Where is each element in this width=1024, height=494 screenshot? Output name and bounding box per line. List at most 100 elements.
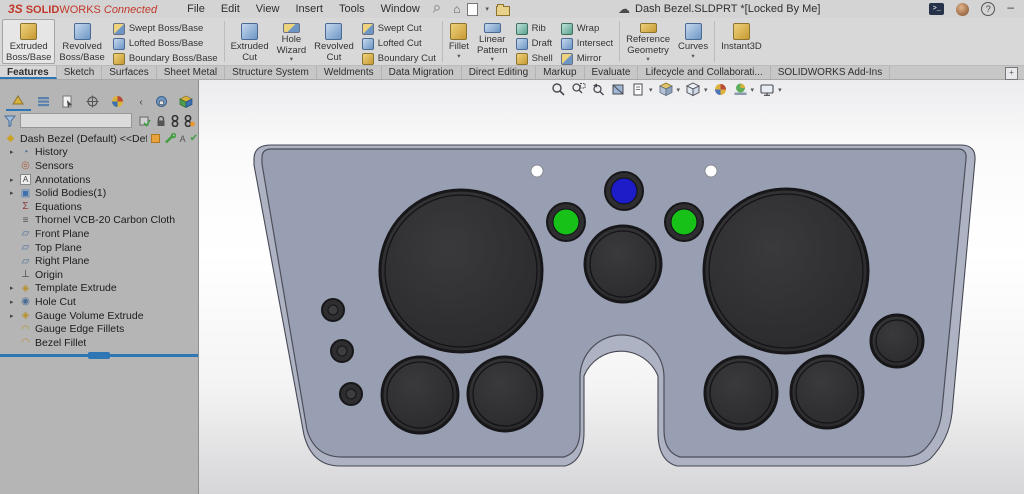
apply-scene-dropdown-icon[interactable]: ▾ (751, 86, 755, 94)
intersect-button[interactable]: Intersect (561, 37, 613, 50)
edit-appearance-icon[interactable] (713, 82, 728, 97)
tree-item-solid-bodies[interactable]: ▸ ▣ Solid Bodies(1) (0, 186, 198, 200)
gauge-med-left-2[interactable] (468, 357, 542, 431)
gauge-med-right-1[interactable] (705, 357, 777, 429)
expander-icon[interactable]: ▸ (10, 312, 19, 320)
view-settings-dropdown-icon[interactable]: ▾ (778, 86, 782, 94)
display-style-icon[interactable] (685, 82, 701, 97)
tree-item-hole-cut[interactable]: ▸ ◉ Hole Cut (0, 295, 198, 309)
new-document-icon[interactable] (467, 3, 478, 16)
propertymanager-tab[interactable] (31, 95, 56, 110)
displaymanager-tab[interactable] (105, 95, 130, 110)
linear-pattern-dropdown-icon[interactable]: ▾ (491, 56, 494, 63)
key-locked-icon[interactable] (184, 115, 195, 127)
user-avatar[interactable] (956, 3, 969, 16)
boundary-cut-button[interactable]: Boundary Cut (362, 52, 436, 65)
apply-scene-icon[interactable] (733, 82, 748, 97)
rib-button[interactable]: Rib (516, 22, 553, 35)
revolved-boss-base-button[interactable]: Revolved Boss/Base (55, 19, 108, 64)
tab-structure-system[interactable]: Structure System (225, 66, 317, 79)
expander-icon[interactable]: ▸ (10, 176, 19, 184)
annotation-views-dropdown-icon[interactable]: ▾ (649, 86, 653, 94)
tab-sketch[interactable]: Sketch (57, 66, 103, 79)
rollback-grip[interactable] (88, 352, 110, 359)
tree-item-gauge-volume-extrude[interactable]: ▸ ◈ Gauge Volume Extrude (0, 309, 198, 323)
pin-menu-icon[interactable]: ⚲ (429, 2, 442, 15)
expander-icon[interactable]: ▸ (10, 284, 19, 292)
menu-window[interactable]: Window (373, 2, 428, 16)
model-canvas[interactable] (199, 80, 1024, 494)
extruded-cut-button[interactable]: Extruded Cut (227, 19, 273, 64)
command-console-icon[interactable]: >_ (929, 3, 944, 15)
tree-item-material[interactable]: ≡ Thornel VCB-20 Carbon Cloth (0, 214, 198, 228)
display-style-dropdown-icon[interactable]: ▾ (704, 86, 708, 94)
section-view-icon[interactable] (611, 82, 626, 97)
key-icon[interactable] (171, 115, 179, 127)
swept-boss-base-button[interactable]: Swept Boss/Base (113, 22, 218, 35)
configurationmanager-tab[interactable] (55, 95, 80, 110)
tree-filter-input[interactable] (20, 113, 132, 128)
dimxpertmanager-tab[interactable] (80, 95, 105, 110)
padlock-icon[interactable] (156, 115, 166, 127)
expander-icon[interactable]: ▸ (10, 189, 19, 197)
wrap-button[interactable]: Wrap (561, 22, 613, 35)
tree-item-right-plane[interactable]: ▱ Right Plane (0, 254, 198, 268)
tab-direct-editing[interactable]: Direct Editing (462, 66, 536, 79)
compare-sphere-tab[interactable] (149, 95, 174, 110)
collapse-panel-tabs-icon[interactable]: ‹ (139, 97, 142, 108)
gauge-large-left[interactable] (380, 190, 542, 352)
hole-wizard-button[interactable]: Hole Wizard ▾ (273, 19, 311, 64)
swept-cut-button[interactable]: Swept Cut (362, 22, 436, 35)
curves-dropdown-icon[interactable]: ▾ (691, 53, 694, 60)
tree-item-origin[interactable]: ⊥ Origin (0, 268, 198, 282)
view-settings-icon[interactable] (759, 82, 775, 97)
shell-button[interactable]: Shell (516, 52, 553, 65)
menu-edit[interactable]: Edit (213, 2, 248, 16)
tree-item-sensors[interactable]: ◎ Sensors (0, 159, 198, 173)
tab-data-migration[interactable]: Data Migration (382, 66, 462, 79)
tree-item-equations[interactable]: Σ Equations (0, 200, 198, 214)
tab-markup[interactable]: Markup (536, 66, 584, 79)
expand-feature-dimensions-icon[interactable]: + (1005, 67, 1018, 80)
zoom-to-fit-icon[interactable] (551, 82, 566, 97)
menu-tools[interactable]: Tools (331, 2, 373, 16)
zoom-to-area-icon[interactable] (571, 82, 586, 97)
menu-insert[interactable]: Insert (287, 2, 331, 16)
hole-white-left[interactable] (531, 165, 543, 177)
minimize-button[interactable]: – (1007, 0, 1014, 14)
menu-file[interactable]: File (179, 2, 213, 16)
new-document-dropdown-icon[interactable]: ▾ (485, 5, 489, 13)
annotation-views-icon[interactable] (631, 82, 646, 97)
tab-features[interactable]: Features (0, 66, 57, 79)
open-document-icon[interactable] (496, 6, 510, 16)
hole-wizard-dropdown-icon[interactable]: ▾ (290, 56, 293, 63)
tree-item-bezel-fillet[interactable]: ◠ Bezel Fillet (0, 336, 198, 350)
curves-button[interactable]: Curves ▾ (674, 19, 712, 64)
tree-item-root[interactable]: ◆ Dash Bezel (Default) <<Default>_Disp A… (0, 132, 198, 146)
tree-item-top-plane[interactable]: ▱ Top Plane (0, 241, 198, 255)
previous-view-icon[interactable] (591, 82, 606, 97)
revolved-cut-button[interactable]: Revolved Cut (310, 19, 358, 64)
tab-surfaces[interactable]: Surfaces (102, 66, 156, 79)
linear-pattern-button[interactable]: Linear Pattern ▾ (473, 19, 512, 64)
help-icon[interactable]: ? (981, 2, 995, 16)
home-icon[interactable]: ⌂ (453, 3, 460, 15)
gauge-center[interactable] (585, 226, 661, 302)
tab-weldments[interactable]: Weldments (317, 66, 382, 79)
reference-geometry-button[interactable]: Reference Geometry ▾ (622, 19, 674, 64)
hole-white-right[interactable] (705, 165, 717, 177)
tab-solidworks-add-ins[interactable]: SOLIDWORKS Add-Ins (771, 66, 890, 79)
tree-item-history[interactable]: ▸ ◔ History (0, 146, 198, 160)
tab-evaluate[interactable]: Evaluate (585, 66, 639, 79)
lofted-cut-button[interactable]: Lofted Cut (362, 37, 436, 50)
expander-icon[interactable]: ▸ (10, 148, 19, 156)
view-orientation-dropdown-icon[interactable]: ▾ (677, 86, 681, 94)
menu-view[interactable]: View (248, 2, 288, 16)
boundary-boss-base-button[interactable]: Boundary Boss/Base (113, 52, 218, 65)
gauge-med-right-2[interactable] (791, 356, 863, 428)
reference-geometry-dropdown-icon[interactable]: ▾ (646, 56, 649, 63)
fillet-dropdown-icon[interactable]: ▾ (457, 53, 460, 60)
tree-item-annotations[interactable]: ▸ A Annotations (0, 173, 198, 187)
expander-icon[interactable]: ▸ (10, 298, 19, 306)
instant3d-button[interactable]: Instant3D (717, 19, 766, 64)
